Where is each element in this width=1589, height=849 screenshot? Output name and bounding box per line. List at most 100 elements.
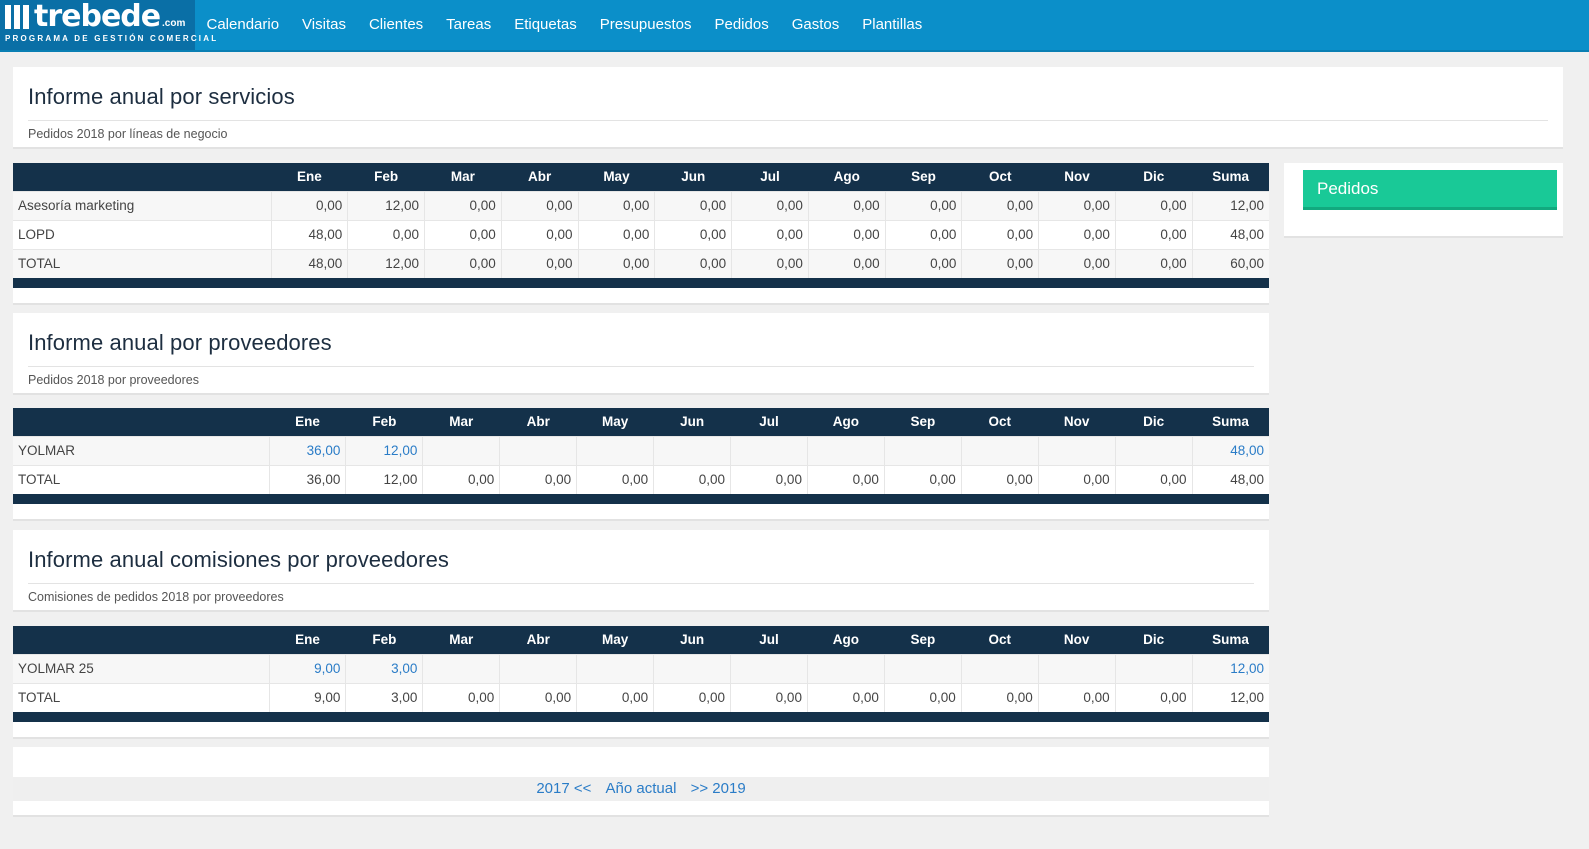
value-cell: 12,00 [1191, 190, 1269, 220]
table-row: YOLMAR 36,00 12,00 48,00 [13, 435, 1269, 465]
value-cell: 48,00 [1191, 219, 1269, 249]
table-row: TOTAL 36,00 12,00 0,00 0,00 0,00 0,00 0,00 0,00 0… [13, 464, 1269, 494]
value-cell: 0,00 [807, 248, 886, 278]
column-header: Feb [345, 626, 423, 654]
value-cell: 12,00 [345, 464, 423, 494]
column-header: Feb [345, 408, 423, 436]
sidebar-pedidos-button[interactable]: Pedidos [1303, 170, 1557, 210]
report3-subtitle: Comisiones de pedidos 2018 por proveedor… [28, 590, 284, 604]
value-link[interactable]: 9,00 [268, 653, 346, 683]
value-cell: 0,00 [807, 219, 886, 249]
value-cell: 0,00 [654, 219, 732, 249]
column-header: Jul [730, 626, 808, 654]
top-navbar: trebede .com PROGRAMA DE GESTIÓN COMERCI… [0, 0, 1589, 52]
column-header: May [576, 408, 654, 436]
main-nav: Calendario Visitas Clientes Tareas Etiqu… [195, 0, 934, 50]
row-label: YOLMAR [13, 435, 269, 465]
column-header: Dic [1115, 626, 1193, 654]
value-cell: 0,00 [1114, 190, 1193, 220]
value-cell: 0,00 [960, 464, 1039, 494]
value-cell: 0,00 [424, 248, 502, 278]
nav-presupuestos[interactable]: Presupuestos [588, 2, 703, 48]
value-cell: 0,00 [1037, 464, 1116, 494]
column-header: Jul [731, 163, 809, 191]
value-cell: 0,00 [347, 219, 425, 249]
report3-table-footer [13, 712, 1269, 722]
report2-table: Ene Feb Mar Abr May Jun Jul Ago Sep Oct Nov Dic Suma… [13, 408, 1269, 521]
value-cell: 0,00 [577, 219, 655, 249]
value-cell [1114, 653, 1193, 683]
column-header: Feb [347, 163, 425, 191]
value-cell [499, 653, 577, 683]
column-header: Ene [269, 408, 346, 436]
value-link[interactable]: 12,00 [1191, 653, 1269, 683]
value-cell: 0,00 [806, 682, 885, 712]
brand-logo[interactable]: trebede .com PROGRAMA DE GESTIÓN COMERCI… [0, 0, 216, 50]
value-cell: 0,00 [499, 464, 577, 494]
column-header: Dic [1115, 163, 1193, 191]
value-cell: 48,00 [270, 248, 348, 278]
value-cell: 9,00 [268, 682, 346, 712]
report2-table-footer [13, 494, 1269, 504]
value-cell: 0,00 [653, 464, 731, 494]
value-cell: 0,00 [653, 682, 731, 712]
nav-etiquetas[interactable]: Etiquetas [503, 2, 589, 48]
prev-year-link[interactable]: 2017 << [536, 780, 591, 797]
current-year-link[interactable]: Año actual [606, 780, 677, 797]
nav-plantillas[interactable]: Plantillas [851, 2, 934, 48]
nav-clientes[interactable]: Clientes [357, 2, 434, 48]
column-header: Abr [501, 163, 579, 191]
column-header: Sep [885, 163, 962, 191]
value-link[interactable]: 48,00 [1191, 435, 1269, 465]
value-cell: 0,00 [731, 248, 809, 278]
value-link[interactable]: 12,00 [345, 435, 423, 465]
nav-pedidos[interactable]: Pedidos [703, 2, 780, 48]
nav-visitas[interactable]: Visitas [291, 2, 358, 48]
next-year-link[interactable]: >> 2019 [691, 780, 746, 797]
value-link[interactable]: 3,00 [345, 653, 423, 683]
year-nav-strip: 2017 << Año actual >> 2019 [13, 777, 1269, 801]
value-cell: 12,00 [347, 248, 425, 278]
value-cell: 0,00 [961, 190, 1039, 220]
value-cell: 0,00 [961, 219, 1039, 249]
column-header: Sep [884, 626, 962, 654]
report2-header-panel: Informe anual por proveedores Pedidos 20… [13, 313, 1269, 395]
value-cell: 0,00 [654, 248, 732, 278]
column-header: Ago [807, 408, 885, 436]
value-cell [960, 435, 1039, 465]
column-header: Abr [499, 408, 577, 436]
row-label: LOPD [13, 219, 271, 249]
column-header: May [576, 626, 654, 654]
value-cell [422, 653, 500, 683]
row-label: TOTAL [13, 248, 271, 278]
column-header: Suma [1192, 163, 1269, 191]
nav-calendario[interactable]: Calendario [195, 2, 291, 48]
column-header: Jun [654, 163, 732, 191]
value-cell: 0,00 [806, 464, 885, 494]
column-header-blank [13, 626, 269, 654]
column-header: Nov [1038, 163, 1116, 191]
value-cell: 0,00 [730, 464, 808, 494]
value-cell: 0,00 [500, 248, 579, 278]
value-cell: 0,00 [1037, 682, 1116, 712]
column-header: Oct [961, 626, 1039, 654]
value-cell [806, 653, 885, 683]
value-cell [1037, 653, 1116, 683]
value-cell: 0,00 [577, 248, 655, 278]
column-header: Nov [1038, 408, 1116, 436]
value-cell [806, 435, 885, 465]
value-cell [883, 653, 962, 683]
brand-suffix: .com [162, 18, 186, 29]
value-cell: 0,00 [884, 219, 962, 249]
value-cell: 0,00 [730, 682, 808, 712]
nav-gastos[interactable]: Gastos [780, 2, 851, 48]
report1-title: Informe anual por servicios [28, 84, 295, 109]
report3-divider [28, 583, 1254, 584]
table-row: TOTAL 9,00 3,00 0,00 0,00 0,00 0,00 0,00 0,00 0,0… [13, 682, 1269, 712]
value-cell: 36,00 [268, 464, 346, 494]
value-cell: 0,00 [1038, 190, 1116, 220]
column-header: Ene [271, 163, 348, 191]
nav-tareas[interactable]: Tareas [435, 2, 503, 48]
column-header: Jun [653, 408, 731, 436]
value-link[interactable]: 36,00 [268, 435, 346, 465]
